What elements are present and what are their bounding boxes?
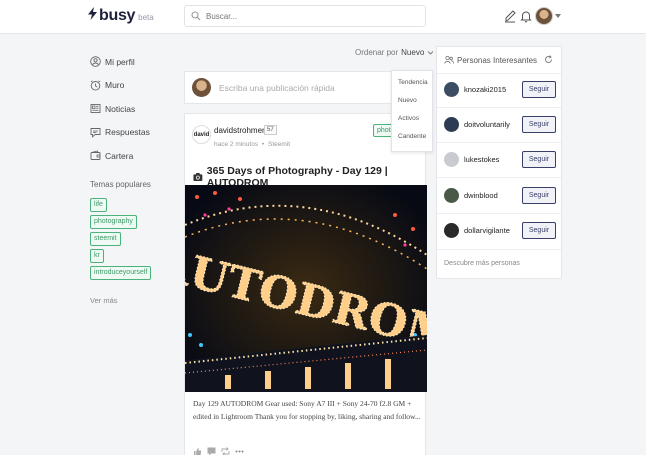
user-avatar[interactable] [535,7,553,25]
follow-button[interactable]: Seguir [522,81,556,98]
card-title: Personas Interesantes [457,55,538,65]
avatar[interactable] [444,223,459,238]
sidebar-item-news[interactable]: Noticias [90,97,180,121]
post-meta: hace 2 minutos • Steemit [214,141,290,148]
follow-button[interactable]: Seguir [522,187,556,204]
popular-tags: life photography steemit kr introduceyou… [90,197,180,280]
reputation-badge: 57 [264,125,277,135]
refresh-icon[interactable] [544,55,553,64]
sidebar-item-replies[interactable]: Respuestas [90,121,180,145]
follow-button[interactable]: Seguir [522,222,556,239]
like-icon[interactable] [193,447,202,455]
sort-control[interactable]: Ordenar por Nuevo [355,48,434,57]
sidebar-item-label: Mi perfil [105,56,135,67]
person-row: dollarvigilante Seguir [444,213,556,248]
reply-icon [90,127,101,138]
post-card: david davidstrohmer 57 hace 2 minutos • … [184,113,427,455]
meta-separator: • [261,141,265,148]
post-author[interactable]: davidstrohmer [214,126,265,135]
person-name[interactable]: dollarvigilante [464,226,522,235]
bolt-icon [88,7,97,24]
news-icon [90,104,101,114]
post-platform: Steemit [268,141,291,148]
person-name[interactable]: doitvoluntarily [464,120,522,129]
tag-link[interactable]: introduceyourself [90,265,152,280]
popular-topics-title: Temas populares [90,179,151,189]
sidebar-item-wallet[interactable]: Cartera [90,144,180,168]
avatar[interactable] [444,82,459,97]
sort-label: Ordenar por [355,48,399,57]
discover-more-link[interactable]: Descubre más personas [444,260,520,267]
person-name[interactable]: dwinblood [464,191,522,200]
divider [437,249,561,250]
follow-button[interactable]: Seguir [522,116,556,133]
search-input[interactable] [206,11,406,21]
avatar [192,78,211,97]
search-icon [191,11,201,21]
avatar[interactable] [444,117,459,132]
users-icon [444,55,454,64]
autodrom-photo: AUTODROM [185,185,427,392]
busy-logo[interactable]: busy beta [88,7,154,25]
clock-icon [90,80,101,91]
tag-link[interactable]: life [90,197,107,212]
sort-selected[interactable]: Nuevo [401,48,424,57]
post-excerpt[interactable]: Day 129 AUTODROM Gear used: Sony A7 III … [193,398,421,423]
person-name[interactable]: lukestokes [464,155,522,164]
top-navbar: busy beta [0,0,646,34]
search-box[interactable] [184,5,426,27]
chevron-down-icon[interactable] [555,14,561,18]
person-name[interactable]: knozaki2015 [464,85,522,94]
sort-option[interactable]: Candente [392,132,432,150]
tag-link[interactable]: kr [90,248,104,263]
logo-beta: beta [138,13,154,22]
author-avatar-text: david [193,131,210,138]
post-image[interactable]: AUTODROM [185,185,427,392]
person-row: doitvoluntarily Seguir [444,107,556,142]
person-row: lukestokes Seguir [444,142,556,177]
avatar[interactable] [444,188,459,203]
post-time[interactable]: hace 2 minutos [214,141,258,148]
sidebar-item-label: Cartera [105,150,134,161]
quick-post-box[interactable]: Escriba una publicación rápida [184,71,426,104]
sidebar-item-label: Respuestas [105,127,150,138]
chevron-down-icon[interactable] [427,49,434,56]
sidebar-item-label: Muro [105,80,125,91]
avatar[interactable] [444,152,459,167]
sort-option[interactable]: Tendencia [392,78,432,96]
sidebar-item-label: Noticias [105,103,136,114]
person-row: dwinblood Seguir [444,178,556,213]
sidebar-item-profile[interactable]: Mi perfil [90,50,180,74]
follow-button[interactable]: Seguir [522,151,556,168]
sort-dropdown-menu: Tendencia Nuevo Activos Candente [391,70,433,152]
tag-link[interactable]: photography [90,214,137,229]
more-icon[interactable] [235,447,244,455]
quick-post-input[interactable]: Escriba una publicación rápida [219,83,335,93]
sidebar-item-wall[interactable]: Muro [90,74,180,98]
comment-icon[interactable] [207,447,216,455]
post-actions [193,447,244,455]
author-avatar[interactable]: david [192,125,211,144]
user-icon [90,56,101,68]
bell-icon[interactable] [519,9,533,23]
left-sidebar: Mi perfil Muro Noticias Respuestas Carte… [90,50,180,305]
person-row: knozaki2015 Seguir [444,72,556,107]
see-more-link[interactable]: Ver más [90,296,180,305]
compose-icon[interactable] [503,9,517,23]
logo-text: busy [99,7,136,24]
sort-option[interactable]: Nuevo [392,96,432,114]
sort-option[interactable]: Activos [392,114,432,132]
card-header: Personas Interesantes [444,55,537,65]
interesting-people-card: Personas Interesantes knozaki2015 Seguir… [436,46,562,279]
wallet-icon [90,150,101,161]
tag-link[interactable]: steemit [90,231,121,246]
camera-icon [193,172,203,182]
reblog-icon[interactable] [221,447,230,455]
